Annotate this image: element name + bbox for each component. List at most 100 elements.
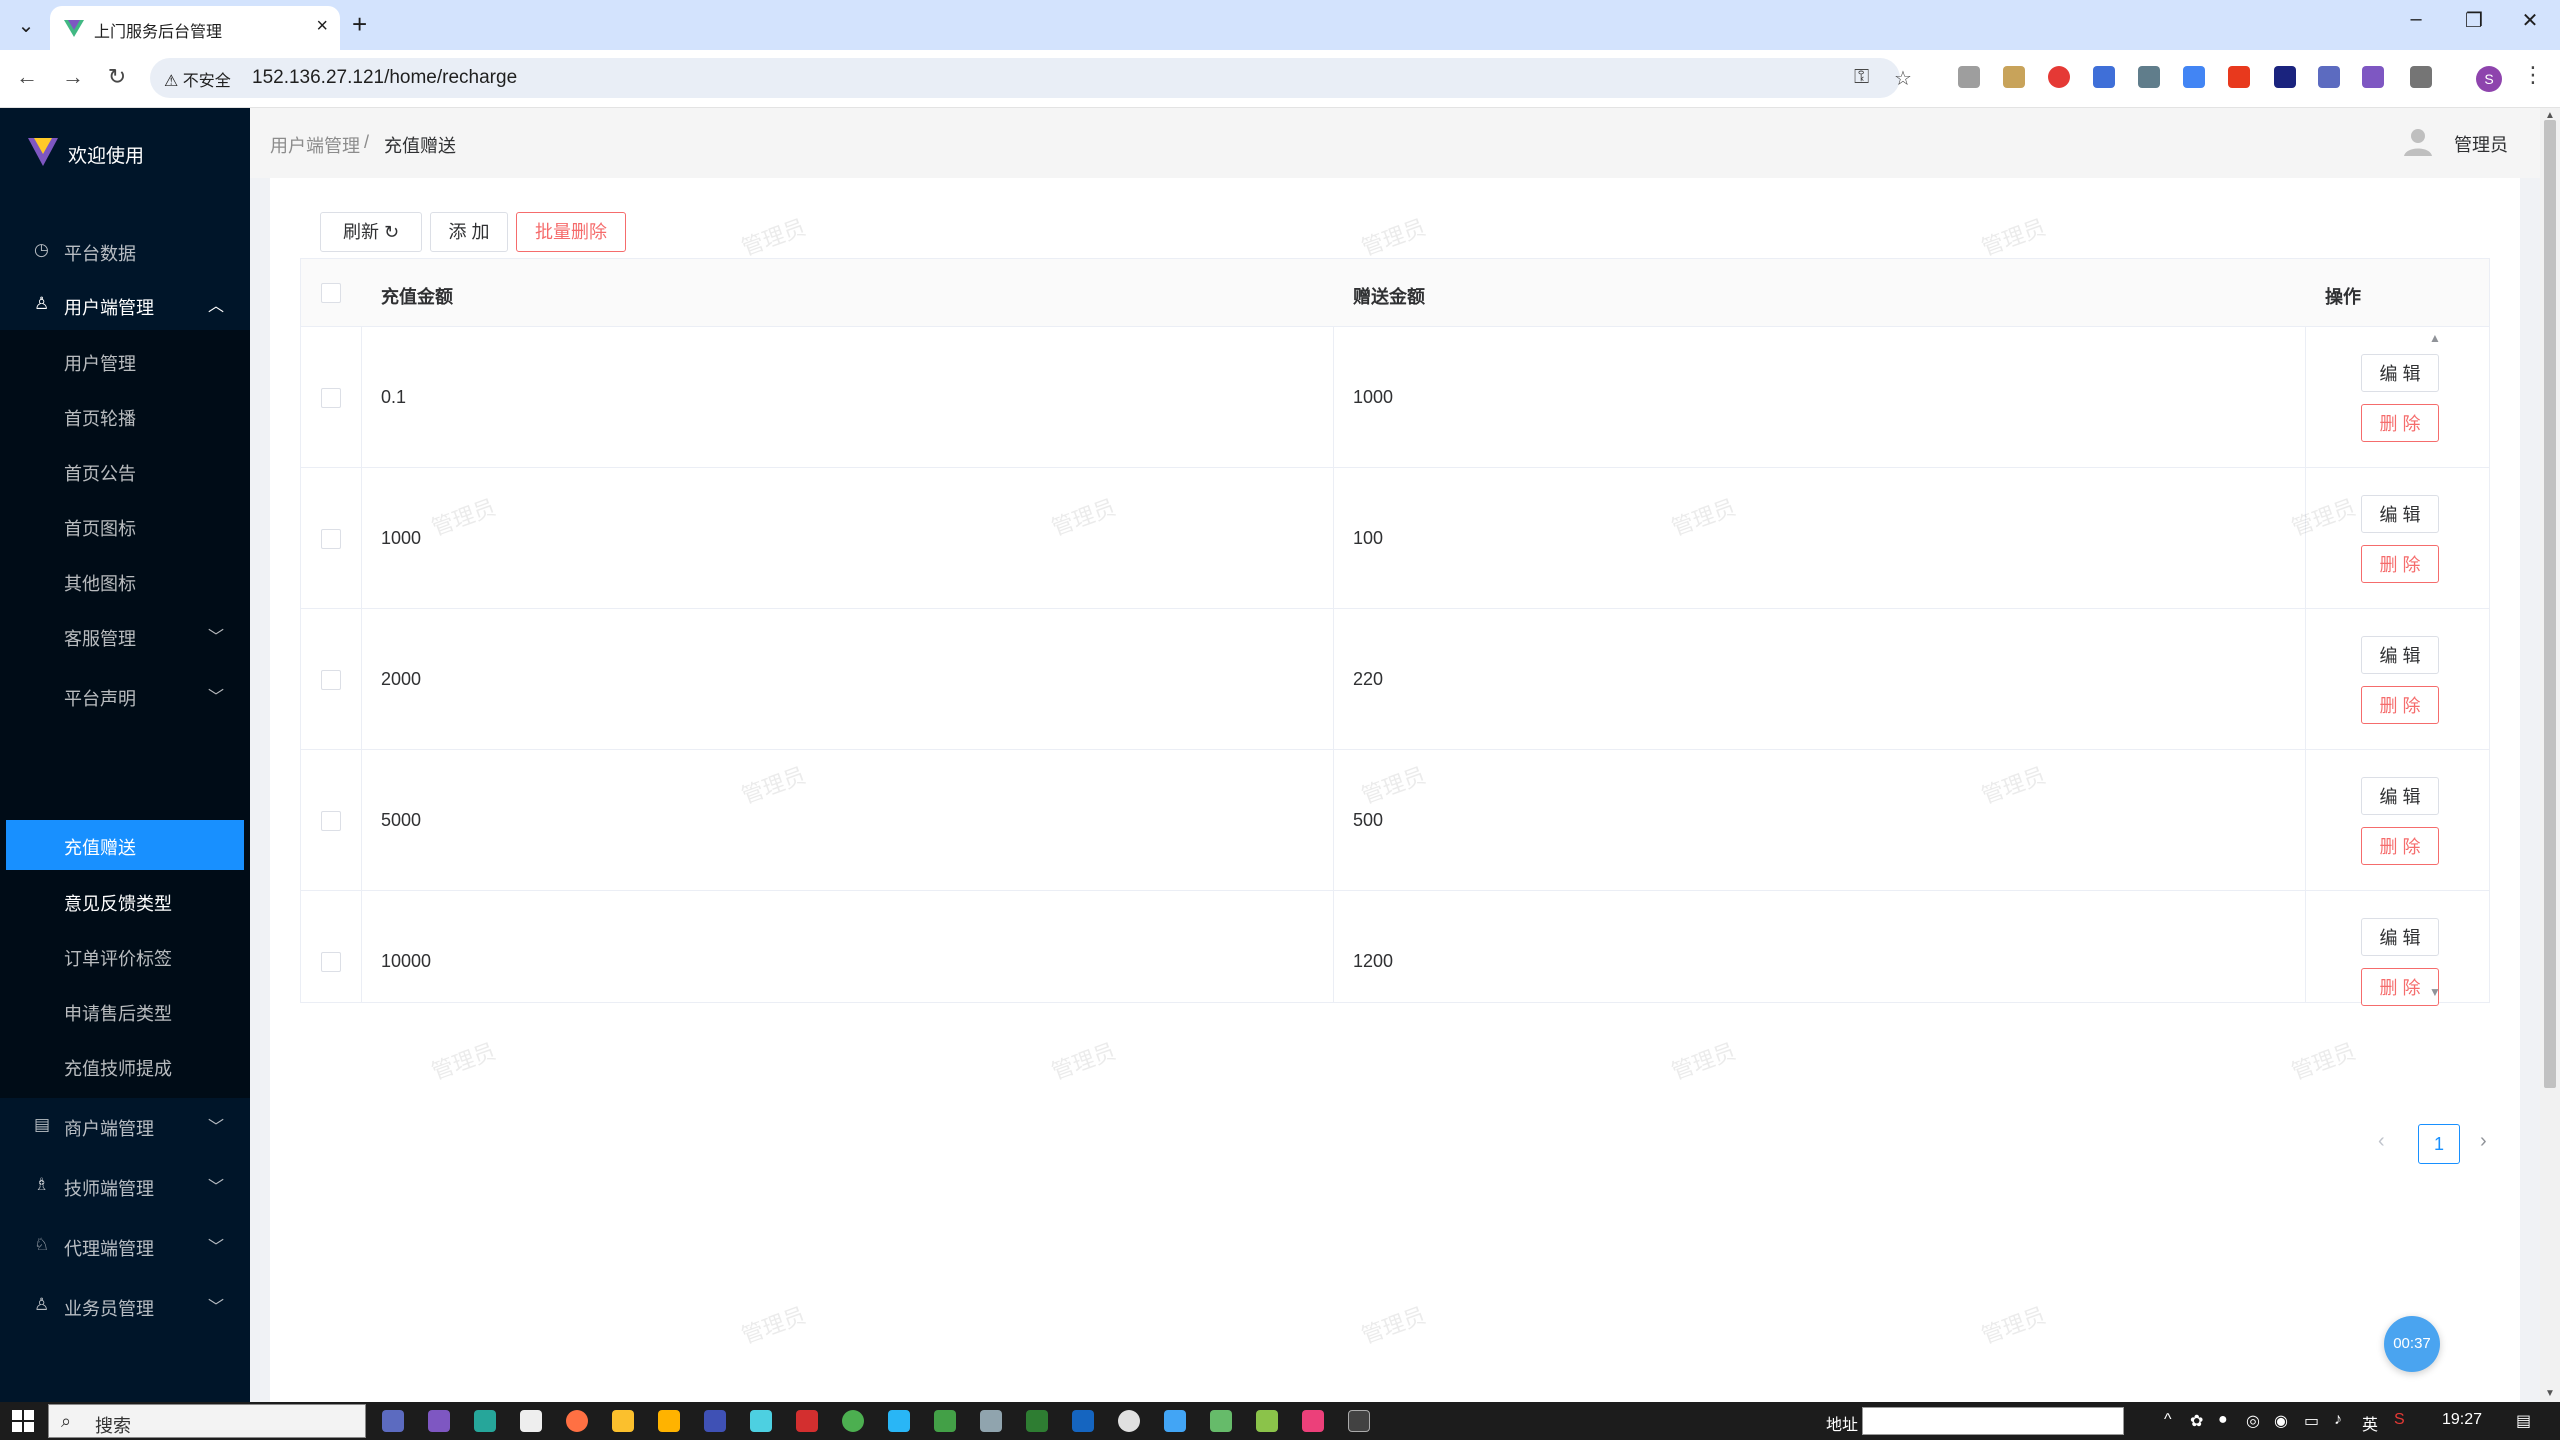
tray-app-icon[interactable]: ✿ (2190, 1411, 2203, 1431)
sub-user-management[interactable]: 用户管理 (0, 336, 250, 386)
wechat-icon[interactable] (934, 1410, 956, 1432)
mail-ext-icon[interactable] (2274, 66, 2296, 88)
edit-button[interactable]: 编 辑 (2361, 918, 2439, 956)
profile-avatar[interactable]: S (2476, 66, 2502, 92)
browser-menu-icon[interactable]: ⋮ (2522, 62, 2544, 88)
taskbar-app-icon[interactable] (428, 1410, 450, 1432)
sub-aftersale-type[interactable]: 申请售后类型 (0, 986, 250, 1036)
edit-button[interactable]: 编 辑 (2361, 495, 2439, 533)
image-ext-icon[interactable] (2003, 66, 2025, 88)
edit-button[interactable]: 编 辑 (2361, 354, 2439, 392)
taskbar-clock[interactable]: 19:27 (2442, 1411, 2482, 1429)
wps-icon[interactable] (796, 1410, 818, 1432)
timer-badge[interactable]: 00:37 (2384, 1316, 2440, 1372)
sub-home-carousel[interactable]: 首页轮播 (0, 391, 250, 441)
delete-button[interactable]: 删 除 (2361, 686, 2439, 724)
select-all-checkbox[interactable] (321, 283, 341, 303)
edit-button[interactable]: 编 辑 (2361, 636, 2439, 674)
tray-wechat-icon[interactable]: ● (2218, 1411, 2228, 1429)
taskbar-app-icon[interactable] (1210, 1410, 1232, 1432)
sub-home-icons[interactable]: 首页图标 (0, 501, 250, 551)
add-button[interactable]: 添 加 (430, 212, 508, 252)
password-key-icon[interactable]: ⚿ (1854, 66, 1869, 89)
admin-avatar-icon[interactable] (2402, 126, 2434, 158)
page-scroll-down-icon[interactable]: ▼ (2545, 1388, 2555, 1399)
menu-technician-management[interactable]: ♗ 技师端管理 ﹀ (0, 1161, 250, 1211)
delete-button[interactable]: 删 除 (2361, 968, 2439, 1006)
minimize-icon[interactable]: – (2396, 8, 2436, 31)
menu-user-management[interactable]: ♙ 用户端管理 ︿ (0, 280, 250, 330)
admin-name[interactable]: 管理员 (2454, 131, 2508, 157)
taskbar-app-icon[interactable] (1256, 1410, 1278, 1432)
delete-button[interactable]: 删 除 (2361, 404, 2439, 442)
terminal-icon[interactable] (1348, 1410, 1370, 1432)
word-icon[interactable] (1072, 1410, 1094, 1432)
pagination-page[interactable]: 1 (2418, 1124, 2460, 1164)
taskbar-app-icon[interactable] (750, 1410, 772, 1432)
sub-recharge-gift[interactable]: 充值赠送 (6, 820, 244, 870)
batch-delete-button[interactable]: 批量删除 (516, 212, 626, 252)
taskbar-app-icon[interactable] (1164, 1410, 1186, 1432)
notification-icon[interactable]: ▤ (2516, 1411, 2531, 1431)
delete-button[interactable]: 删 除 (2361, 545, 2439, 583)
copy-ext-icon[interactable] (2138, 66, 2160, 88)
taskbar-app-icon[interactable] (704, 1410, 726, 1432)
page-scrollbar[interactable]: ▲ ▼ (2540, 108, 2560, 1402)
row-checkbox[interactable] (321, 388, 341, 408)
address-bar[interactable]: ⚠ 不安全 152.136.27.121/home/recharge ⚿ ☆ (150, 58, 1912, 98)
tab-search-icon[interactable]: ⌄ (12, 12, 40, 40)
taskbar-search[interactable]: ⌕ 搜索 (48, 1404, 366, 1438)
chrome-icon[interactable] (842, 1410, 864, 1432)
taskbar-app-icon[interactable] (980, 1410, 1002, 1432)
files-icon[interactable] (658, 1410, 680, 1432)
forward-icon[interactable]: → (58, 64, 88, 90)
taskbar-app-icon[interactable] (474, 1410, 496, 1432)
x-ext-icon[interactable] (2362, 66, 2384, 88)
windows-start-icon[interactable] (12, 1410, 34, 1432)
browser-tab[interactable]: 上门服务后台管理 × (50, 6, 340, 50)
screenshot-ext-icon[interactable] (1958, 66, 1980, 88)
taskbar-app-icon[interactable] (1302, 1410, 1324, 1432)
translate-ext-icon[interactable] (2183, 66, 2205, 88)
sub-customer-service[interactable]: 客服管理 ﹀ (0, 611, 250, 661)
row-checkbox[interactable] (321, 811, 341, 831)
proxy-ext-icon[interactable] (2228, 66, 2250, 88)
sub-technician-commission[interactable]: 充值技师提成 (0, 1041, 250, 1091)
tray-app-icon[interactable]: ◉ (2274, 1411, 2288, 1431)
tray-chevron-icon[interactable]: ^ (2164, 1411, 2172, 1429)
table-scroll-down-icon[interactable]: ▼ (2429, 985, 2441, 999)
row-checkbox[interactable] (321, 529, 341, 549)
delete-button[interactable]: 删 除 (2361, 827, 2439, 865)
row-checkbox[interactable] (321, 670, 341, 690)
network-ext-icon[interactable] (2093, 66, 2115, 88)
back-icon[interactable]: ← (12, 64, 42, 90)
network-icon[interactable]: ▭ (2304, 1411, 2319, 1431)
taskbar-app-icon[interactable] (520, 1410, 542, 1432)
pagination-prev-icon[interactable]: ‹ (2378, 1130, 2385, 1153)
folder-icon[interactable] (612, 1410, 634, 1432)
volume-icon[interactable]: ♪ (2334, 1411, 2342, 1429)
shield-ext-icon[interactable] (2048, 66, 2070, 88)
chat-icon[interactable] (1118, 1410, 1140, 1432)
menu-agent-management[interactable]: ♘ 代理端管理 ﹀ (0, 1221, 250, 1271)
menu-salesman-management[interactable]: ♙ 业务员管理 ﹀ (0, 1281, 250, 1331)
menu-merchant-management[interactable]: ▤ 商户端管理 ﹀ (0, 1101, 250, 1151)
tab-close-icon[interactable]: × (316, 15, 328, 38)
new-tab-icon[interactable]: + (352, 9, 367, 39)
reload-icon[interactable]: ↻ (102, 64, 132, 90)
table-scroll-up-icon[interactable]: ▲ (2429, 331, 2441, 345)
url-text[interactable]: 152.136.27.121/home/recharge (252, 67, 517, 89)
menu-platform-data[interactable]: ◷ 平台数据 (0, 226, 250, 276)
sub-platform-statement[interactable]: 平台声明 ﹀ (0, 671, 250, 721)
sub-other-icons[interactable]: 其他图标 (0, 556, 250, 606)
sub-feedback-type[interactable]: 意见反馈类型 (0, 876, 250, 926)
extensions-puzzle-icon[interactable] (2410, 66, 2432, 88)
edit-button[interactable]: 编 辑 (2361, 777, 2439, 815)
security-chip[interactable]: ⚠ 不安全 (164, 67, 231, 91)
search-ext-icon[interactable] (2318, 66, 2340, 88)
refresh-button[interactable]: 刷新 ↻ (320, 212, 422, 252)
sub-home-notice[interactable]: 首页公告 (0, 446, 250, 496)
taskbar-app-icon[interactable] (382, 1410, 404, 1432)
sub-order-review-tags[interactable]: 订单评价标签 (0, 931, 250, 981)
tray-app-icon[interactable]: S (2394, 1411, 2405, 1429)
